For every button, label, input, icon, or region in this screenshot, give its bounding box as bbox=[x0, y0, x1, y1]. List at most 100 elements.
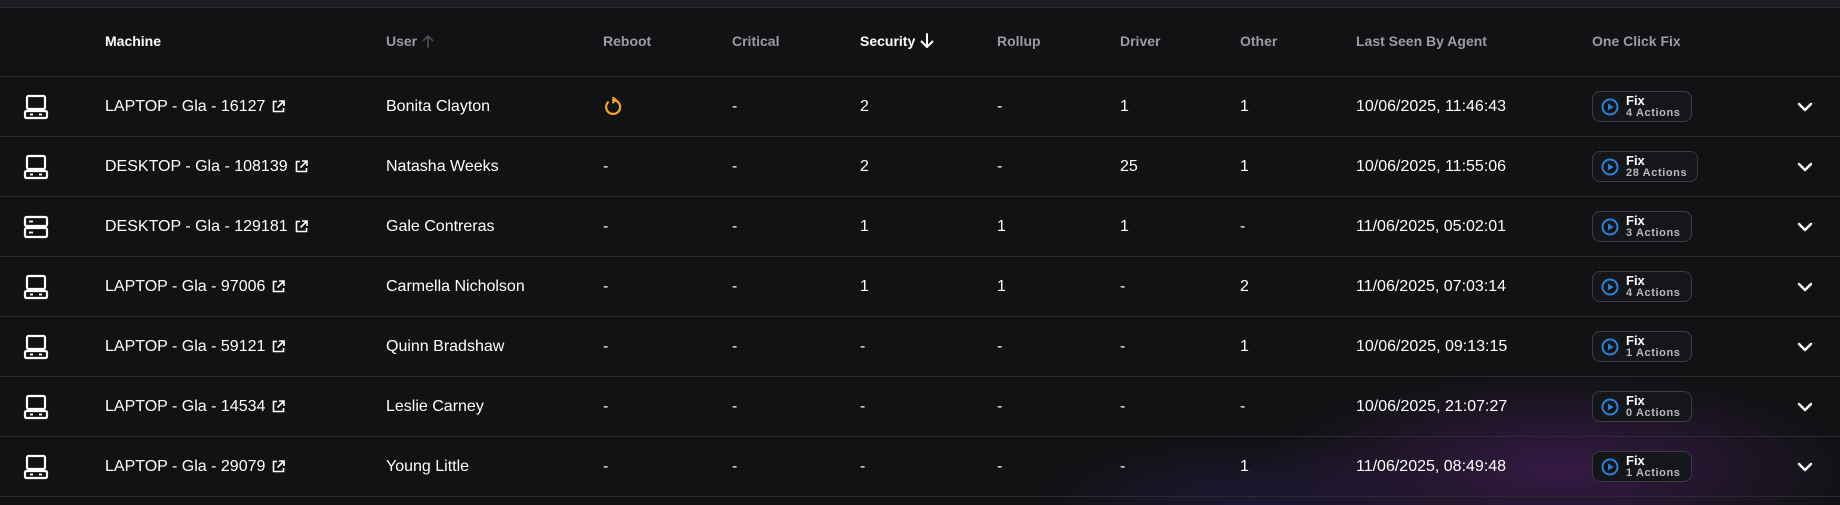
table-row[interactable]: DESKTOP - Gla - 108139 Natasha Weeks - - 2 - 2… bbox=[0, 137, 1840, 197]
machine-link[interactable]: LAPTOP - Gla - 16127 bbox=[105, 77, 286, 136]
column-header-critical[interactable]: Critical bbox=[732, 6, 779, 75]
machine-link[interactable]: LAPTOP - Gla - 14534 bbox=[105, 377, 286, 436]
reboot-cell: - bbox=[603, 457, 609, 475]
table-row[interactable]: LAPTOP - Gla - 14534 Leslie Carney - - - - - - 1… bbox=[0, 377, 1840, 437]
laptop-icon bbox=[22, 137, 50, 196]
table-row[interactable]: LAPTOP - Gla - 97006 Carmella Nicholson - -… bbox=[0, 257, 1840, 317]
machine-name: LAPTOP - Gla - 14534 bbox=[105, 397, 266, 415]
column-header-last-seen[interactable]: Last Seen By Agent bbox=[1356, 6, 1487, 75]
fix-actions-count: 0 Actions bbox=[1626, 406, 1681, 419]
chevron-down-icon[interactable] bbox=[1797, 162, 1813, 172]
external-link-icon[interactable] bbox=[295, 220, 308, 233]
table-row[interactable]: LAPTOP - Gla - 59121 Quinn Bradshaw - - - - - 1… bbox=[0, 317, 1840, 377]
critical-cell: - bbox=[732, 277, 738, 295]
column-header-driver[interactable]: Driver bbox=[1120, 6, 1160, 75]
column-header-machine[interactable]: Machine bbox=[105, 6, 161, 75]
machine-link[interactable]: LAPTOP - Gla - 97006 bbox=[105, 257, 286, 316]
fix-label: Fix bbox=[1626, 152, 1645, 168]
driver-cell: 1 bbox=[1120, 97, 1129, 115]
security-cell: 2 bbox=[860, 157, 869, 175]
table-row[interactable]: DESKTOP - Gla - 129181 Gale Contreras - -1 1… bbox=[0, 197, 1840, 257]
play-icon bbox=[1601, 338, 1619, 356]
fix-actions-count: 1 Actions bbox=[1626, 466, 1681, 479]
chevron-down-icon[interactable] bbox=[1797, 402, 1813, 412]
table-row[interactable]: LAPTOP - Gla - 29079 Young Little - - - - - 1 11… bbox=[0, 437, 1840, 497]
play-icon bbox=[1601, 98, 1619, 116]
fix-button[interactable]: Fix 4 Actions bbox=[1592, 91, 1692, 122]
fix-label: Fix bbox=[1626, 332, 1645, 348]
machine-link[interactable]: LAPTOP - Gla - 59121 bbox=[105, 317, 286, 376]
security-cell: - bbox=[860, 337, 866, 355]
machine-name: DESKTOP - Gla - 129181 bbox=[105, 217, 288, 235]
fix-label: Fix bbox=[1626, 272, 1645, 288]
fix-button[interactable]: Fix 28 Actions bbox=[1592, 151, 1699, 182]
other-cell: 1 bbox=[1240, 97, 1249, 115]
laptop-icon bbox=[22, 257, 50, 316]
fix-label: Fix bbox=[1626, 212, 1645, 228]
last-seen-cell: 10/06/2025, 11:55:06 bbox=[1356, 157, 1507, 175]
user-cell: Quinn Bradshaw bbox=[386, 337, 505, 355]
chevron-down-icon[interactable] bbox=[1797, 222, 1813, 232]
driver-cell: - bbox=[1120, 397, 1126, 415]
column-header-user[interactable]: User bbox=[386, 6, 434, 75]
machine-link[interactable]: DESKTOP - Gla - 129181 bbox=[105, 197, 308, 256]
external-link-icon[interactable] bbox=[272, 280, 286, 293]
column-header-label: Last Seen By Agent bbox=[1356, 32, 1487, 49]
external-link-icon[interactable] bbox=[272, 100, 286, 113]
chevron-down-icon[interactable] bbox=[1797, 342, 1813, 352]
column-header-reboot[interactable]: Reboot bbox=[603, 6, 651, 75]
chevron-down-icon[interactable] bbox=[1797, 282, 1813, 292]
machine-name: LAPTOP - Gla - 97006 bbox=[105, 277, 266, 295]
laptop-icon bbox=[22, 377, 50, 436]
external-link-icon[interactable] bbox=[272, 340, 286, 353]
laptop-icon bbox=[22, 77, 50, 136]
external-link-icon[interactable] bbox=[272, 460, 286, 473]
machine-link[interactable]: LAPTOP - Gla - 29079 bbox=[105, 437, 286, 496]
chevron-down-icon[interactable] bbox=[1797, 462, 1813, 472]
driver-cell: - bbox=[1120, 457, 1126, 475]
column-header-security[interactable]: Security bbox=[860, 6, 934, 75]
column-header-rollup[interactable]: Rollup bbox=[997, 6, 1041, 75]
column-header-other[interactable]: Other bbox=[1240, 6, 1277, 75]
rollup-cell: - bbox=[997, 97, 1003, 115]
machine-link[interactable]: DESKTOP - Gla - 108139 bbox=[105, 137, 308, 196]
critical-cell: - bbox=[732, 97, 738, 115]
user-cell: Bonita Clayton bbox=[386, 97, 491, 115]
critical-cell: - bbox=[732, 457, 738, 475]
table-row[interactable]: LAPTOP - Gla - 16127 Bonita Clayton - 2 - 1 1 1… bbox=[0, 77, 1840, 137]
machine-name: DESKTOP - Gla - 108139 bbox=[105, 157, 288, 175]
fix-button[interactable]: Fix 3 Actions bbox=[1592, 211, 1692, 242]
sort-up-icon bbox=[422, 34, 434, 48]
fix-button[interactable]: Fix 1 Actions bbox=[1592, 331, 1692, 362]
machines-table: Machine User Reboot Critical Security Ro… bbox=[0, 7, 1840, 497]
security-cell: - bbox=[860, 457, 866, 475]
chevron-down-icon[interactable] bbox=[1797, 102, 1813, 112]
reboot-icon bbox=[603, 77, 623, 136]
fix-label: Fix bbox=[1626, 392, 1645, 408]
column-header-label: One Click Fix bbox=[1592, 32, 1681, 49]
external-link-icon[interactable] bbox=[272, 400, 286, 413]
user-cell: Natasha Weeks bbox=[386, 157, 499, 175]
driver-cell: 25 bbox=[1120, 157, 1138, 175]
other-cell: 2 bbox=[1240, 277, 1249, 295]
last-seen-cell: 11/06/2025, 08:49:48 bbox=[1356, 457, 1507, 475]
last-seen-cell: 10/06/2025, 09:13:15 bbox=[1356, 337, 1508, 355]
column-header-label: User bbox=[386, 32, 418, 49]
last-seen-cell: 11/06/2025, 07:03:14 bbox=[1356, 277, 1507, 295]
play-icon bbox=[1601, 458, 1619, 476]
column-header-label: Driver bbox=[1120, 32, 1161, 49]
column-header-label: Rollup bbox=[997, 32, 1041, 49]
rollup-cell: - bbox=[997, 457, 1003, 475]
fix-button[interactable]: Fix 0 Actions bbox=[1592, 391, 1692, 422]
fix-button[interactable]: Fix 4 Actions bbox=[1592, 271, 1692, 302]
critical-cell: - bbox=[732, 217, 738, 235]
column-header-one-click-fix: One Click Fix bbox=[1592, 6, 1681, 75]
fix-button[interactable]: Fix 1 Actions bbox=[1592, 451, 1692, 482]
critical-cell: - bbox=[732, 157, 738, 175]
external-link-icon[interactable] bbox=[295, 160, 308, 173]
play-icon bbox=[1601, 158, 1619, 176]
fix-label: Fix bbox=[1626, 452, 1645, 468]
column-header-label: Reboot bbox=[603, 32, 652, 49]
security-cell: 1 bbox=[860, 217, 869, 235]
other-cell: 1 bbox=[1240, 157, 1249, 175]
